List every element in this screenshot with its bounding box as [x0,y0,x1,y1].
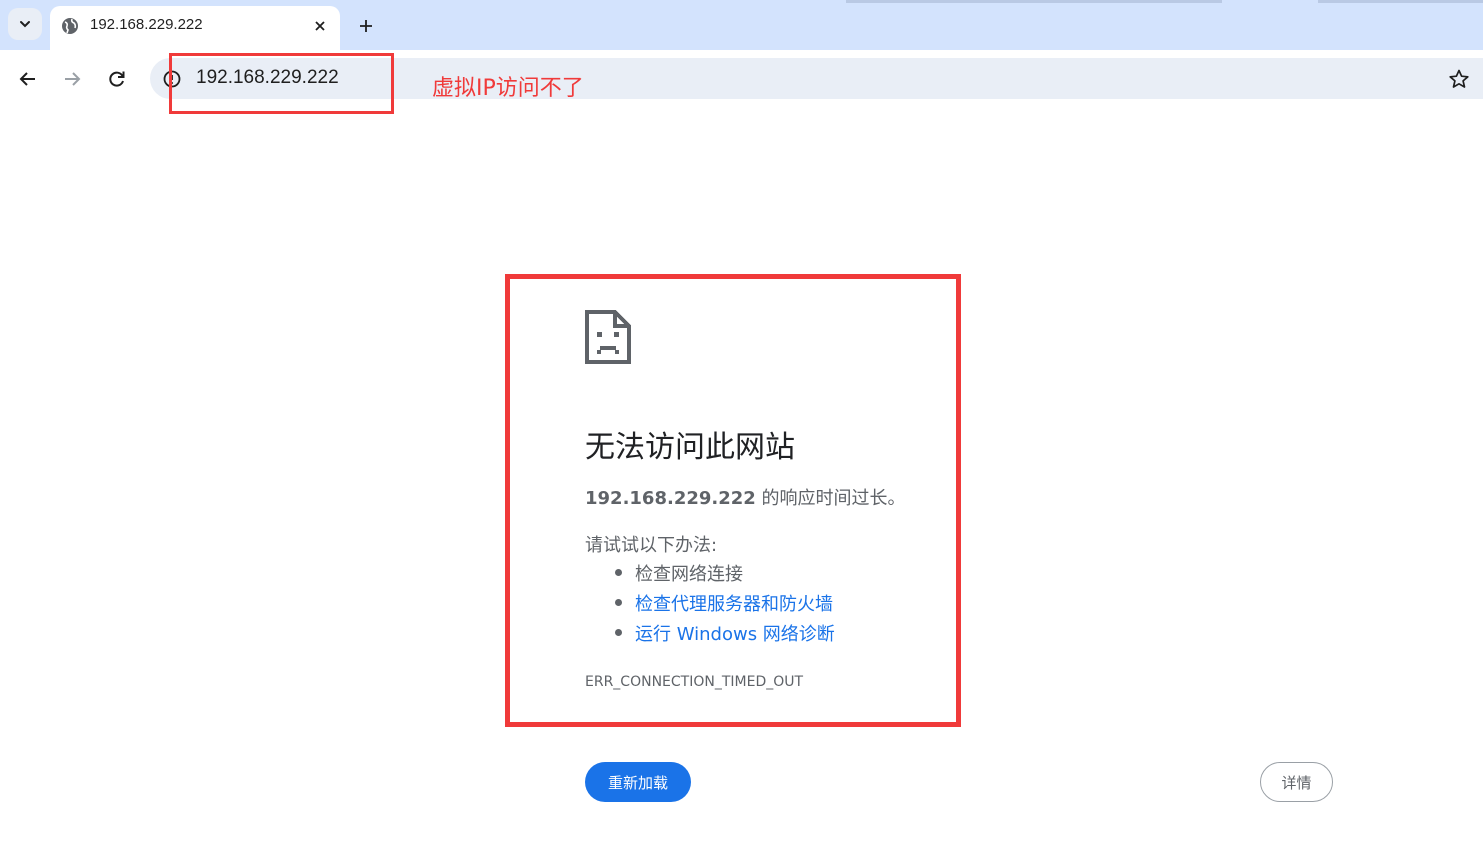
details-button[interactable]: 详情 [1260,762,1333,802]
error-title: 无法访问此网站 [585,430,795,465]
arrow-left-icon [19,72,35,86]
globe-icon [62,18,78,34]
tab-search-button[interactable] [8,8,42,40]
error-host: 192.168.229.222 [585,488,756,509]
bullet [615,599,622,606]
annotation-box-url [169,53,394,114]
suggestion-item: 运行 Windows 网络诊断 [585,620,835,650]
reload-icon [109,71,125,87]
star-icon[interactable] [1448,68,1470,90]
tab-close-button[interactable] [310,16,330,36]
new-tab-button[interactable] [354,14,378,38]
back-button[interactable] [15,66,41,92]
chevron-down-icon [20,21,30,28]
sad-document-icon [585,310,631,364]
plus-icon [360,20,372,32]
reload-page-button[interactable]: 重新加载 [585,762,691,802]
suggestions-list: 检查网络连接 检查代理服务器和防火墙 运行 Windows 网络诊断 [585,560,835,650]
suggestion-check-network: 检查网络连接 [635,564,743,585]
error-code: ERR_CONNECTION_TIMED_OUT [585,674,804,690]
tab-strip: 192.168.229.222 [0,0,1483,50]
reload-button[interactable] [104,66,130,92]
suggestion-item: 检查代理服务器和防火墙 [585,590,835,620]
suggestions-heading: 请试试以下办法: [585,535,718,556]
forward-button[interactable] [59,66,85,92]
bullet [615,569,622,576]
bullet [615,629,622,636]
error-description-text: 的响应时间过长。 [755,488,906,509]
annotation-text: 虚拟IP访问不了 [432,76,584,101]
tab-strip-shade [846,0,1222,3]
arrow-right-icon [65,72,81,86]
browser-tab[interactable]: 192.168.229.222 [50,6,340,50]
tab-title: 192.168.229.222 [90,16,203,33]
close-icon [315,21,325,31]
suggestion-link-proxy-firewall[interactable]: 检查代理服务器和防火墙 [635,594,833,615]
tab-strip-shade [1318,0,1483,3]
suggestion-link-windows-diagnostics[interactable]: 运行 Windows 网络诊断 [635,624,835,645]
suggestion-item: 检查网络连接 [585,560,835,590]
error-description: 192.168.229.222 的响应时间过长。 [585,484,906,510]
